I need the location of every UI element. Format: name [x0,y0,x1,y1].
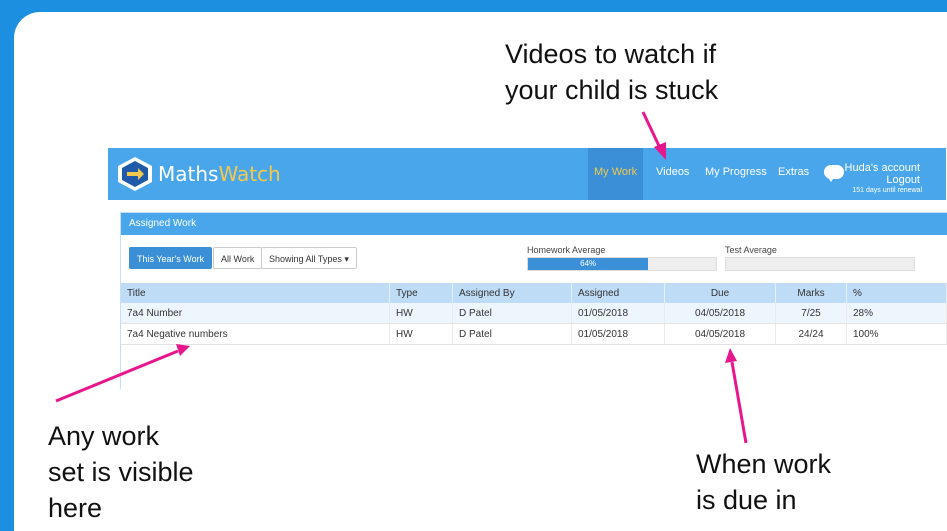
videos-arrowhead [654,142,666,160]
work-arrow [55,349,179,403]
work-arrowhead [176,344,190,356]
due-arrow [730,361,748,444]
annotation-arrows [55,111,748,444]
videos-arrow [641,111,662,149]
due-arrowhead [725,348,737,363]
